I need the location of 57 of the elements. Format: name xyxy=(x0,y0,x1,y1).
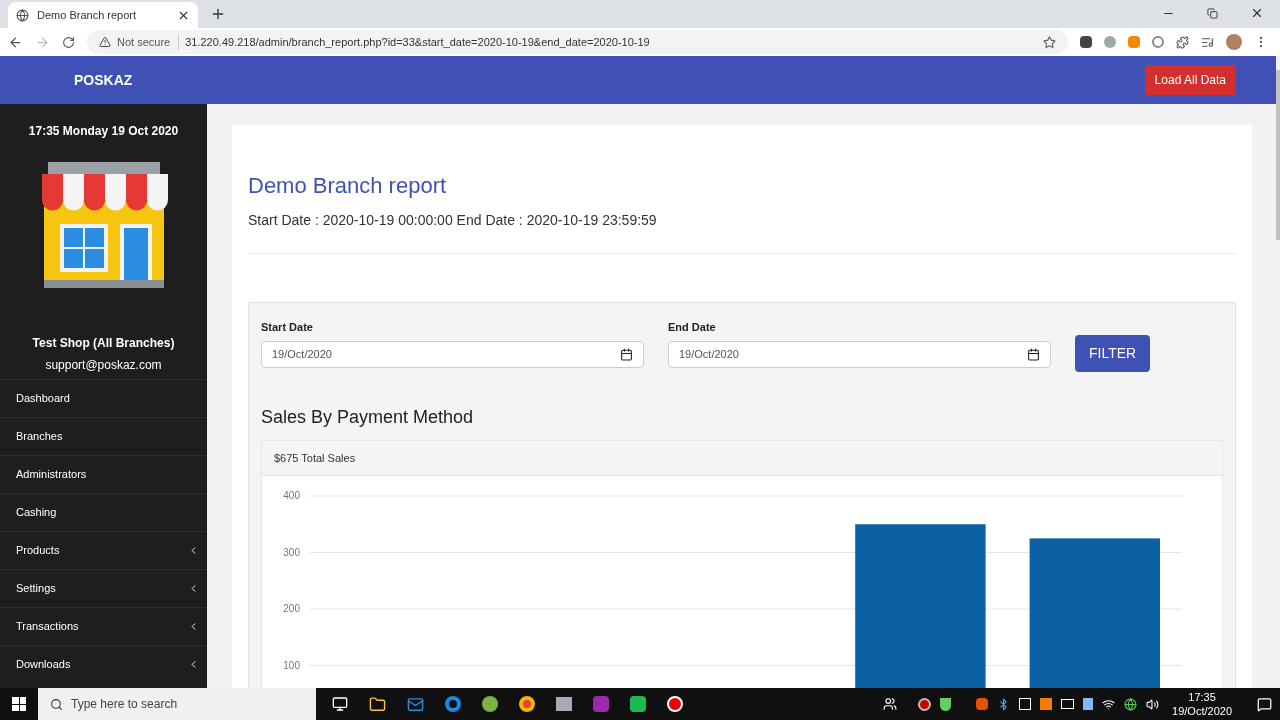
back-icon[interactable] xyxy=(8,34,23,50)
tray-icon[interactable] xyxy=(1040,698,1053,710)
extension-icon[interactable] xyxy=(1080,36,1092,48)
axis-tick-label: 100 xyxy=(283,659,300,671)
taskbar-time[interactable]: 17:35 xyxy=(1188,690,1216,704)
reload-icon[interactable] xyxy=(62,35,75,49)
volume-icon[interactable] xyxy=(1146,697,1160,711)
bookmark-star-icon[interactable] xyxy=(1043,35,1056,49)
app-icon[interactable] xyxy=(630,696,646,712)
tray-icon[interactable] xyxy=(1019,698,1032,710)
url-text: 31.220.49.218/admin/branch_report.php?id=33&start_date=2020-10-19&end_date=2020-10-19 xyxy=(185,34,651,50)
brand-name: POSKAZ xyxy=(74,70,133,90)
clock-text: 17:35 Monday 19 Oct 2020 xyxy=(28,123,179,140)
people-icon[interactable] xyxy=(883,697,898,711)
warning-icon xyxy=(99,36,111,48)
media-icon[interactable] xyxy=(1201,35,1214,49)
app-icon[interactable] xyxy=(482,696,498,712)
section-heading: Sales By Payment Method xyxy=(261,405,475,429)
tab-title: Demo Branch report xyxy=(37,7,138,23)
filter-button[interactable]: FILTER xyxy=(1075,334,1151,372)
date-field[interactable]: 19/Oct/2020 xyxy=(668,340,1051,368)
security-label: Not secure xyxy=(117,33,180,51)
panel-header: $675 Total Sales xyxy=(262,440,1222,476)
field-label: End Date xyxy=(668,320,717,335)
report-period: Start Date : 2020-10-19 00:00:00 End Date : 2020-10-19 23:59:59 xyxy=(248,211,658,230)
notifications-icon[interactable] xyxy=(1257,696,1272,712)
email-text: support@poskaz.com xyxy=(45,357,162,374)
axis-tick-label: 300 xyxy=(283,546,300,558)
report-title: Demo Branch report xyxy=(248,172,448,200)
mail-icon[interactable] xyxy=(407,695,424,713)
restore-icon[interactable] xyxy=(1207,7,1218,19)
puzzle-icon[interactable] xyxy=(1176,35,1189,49)
tray-icon[interactable] xyxy=(1061,699,1075,709)
close-icon[interactable] xyxy=(1250,6,1264,20)
avatar[interactable] xyxy=(1226,34,1242,50)
calendar-icon[interactable] xyxy=(1027,347,1040,361)
record-icon[interactable] xyxy=(918,697,932,711)
tray-icon[interactable] xyxy=(1083,698,1094,710)
search-icon xyxy=(50,697,63,711)
axis-tick-label: 200 xyxy=(283,603,300,614)
taskbar-date[interactable]: 19/Oct/2020 xyxy=(1172,704,1232,718)
load-all-data-button[interactable]: Load All Data xyxy=(1144,65,1236,95)
taskbar-search-field[interactable]: Type here to search xyxy=(38,688,316,720)
shield-icon[interactable] xyxy=(940,697,952,711)
date-field[interactable]: 19/Oct/2020 xyxy=(261,340,644,368)
address-bar[interactable]: Not secure 31.220.49.218/admin/branch_report.php?id=33&start_date=2020-10-19&end_date=2020-10-19 xyxy=(87,30,1068,54)
folder-icon[interactable] xyxy=(369,695,386,713)
axis-tick-label: 400 xyxy=(283,490,300,501)
field-label: Start Date xyxy=(261,320,314,335)
browser-icon[interactable] xyxy=(445,696,461,712)
wifi-icon[interactable] xyxy=(1102,697,1116,711)
shop-name: Test Shop (All Branches) xyxy=(32,335,175,352)
globe-icon[interactable] xyxy=(1124,697,1138,711)
browser-tab[interactable]: Demo Branch report xyxy=(8,2,198,28)
calendar-icon[interactable] xyxy=(620,347,633,361)
globe-icon xyxy=(16,8,29,22)
new-tab-icon[interactable] xyxy=(210,6,226,22)
